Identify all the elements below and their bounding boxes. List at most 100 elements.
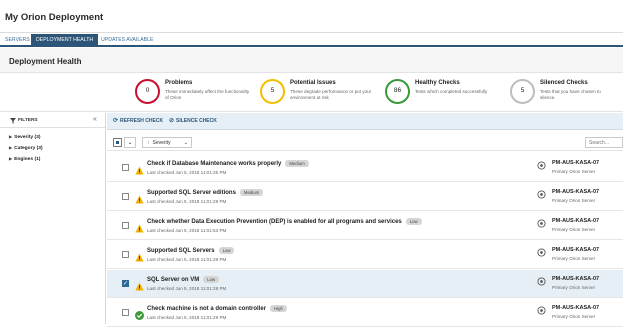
- row-checkbox[interactable]: [122, 222, 129, 229]
- table-row[interactable]: Check machine is not a domain controller…: [107, 299, 623, 327]
- server-name[interactable]: PM-AUS-KASA-07: [552, 247, 599, 253]
- table-row[interactable]: Supported SQL Server editions Medium Last …: [107, 183, 623, 211]
- check-title: Supported SQL Server editions Medium: [147, 189, 264, 197]
- chevron-down-icon[interactable]: ⌄: [124, 137, 136, 148]
- last-checked-text: Last checked Jun 5, 2018 11:01:28 PM: [147, 257, 227, 262]
- last-checked-text: Last checked Jun 5, 2018 11:01:28 PM: [147, 199, 227, 204]
- filter-icon: [10, 118, 16, 126]
- row-checkbox[interactable]: [122, 251, 129, 258]
- tab-servers[interactable]: SERVERS: [0, 34, 35, 47]
- table-row[interactable]: Check whether Data Execution Prevention …: [107, 212, 623, 240]
- potential-issues-count-circle: 5: [260, 79, 285, 104]
- table-row[interactable]: Check if Database Maintenance works prop…: [107, 154, 623, 182]
- last-checked-text: Last checked Jun 5, 2018 11:01:28 PM: [147, 286, 227, 291]
- summary-title: Silenced Checks: [540, 80, 588, 86]
- summary-title: Potential Issues: [290, 80, 336, 86]
- problems-count-circle: 0: [135, 79, 160, 104]
- sort-dropdown[interactable]: ↑ Severity ⌄: [142, 137, 192, 148]
- server-name[interactable]: PM-AUS-KASA-07: [552, 189, 599, 195]
- summary-description: These immediately affect the functionali…: [165, 89, 250, 100]
- section-header: Deployment Health: [0, 48, 623, 73]
- summary-description: Tests which completed successfully: [415, 89, 488, 94]
- summary-description: These degrade performance or put your en…: [290, 89, 372, 100]
- severity-badge: Low: [203, 276, 220, 283]
- tab-bar: SERVERS DEPLOYMENT HEALTH UPDATES AVAILA…: [0, 34, 623, 47]
- list-toolbar: ⌄ ↑ Severity ⌄: [107, 132, 623, 151]
- filter-severity[interactable]: ▶ Severity (3): [9, 134, 40, 140]
- tab-updates-available[interactable]: UPDATES AVAILABLE: [96, 34, 158, 47]
- check-title-text: Supported SQL Server editions: [147, 190, 236, 197]
- double-chevron-left-icon[interactable]: «: [93, 116, 97, 123]
- section-title: Deployment Health: [9, 57, 82, 66]
- sort-arrow-icon: ↑: [147, 140, 150, 146]
- check-title-text: Check machine is not a domain controller: [147, 306, 267, 313]
- row-checkbox[interactable]: [122, 309, 129, 316]
- severity-badge: Medium: [239, 189, 264, 196]
- page-title: My Orion Deployment: [5, 12, 104, 23]
- search-input[interactable]: [585, 137, 623, 148]
- check-title-text: Check whether Data Execution Prevention …: [147, 219, 402, 226]
- check-title: Check whether Data Execution Prevention …: [147, 218, 422, 225]
- severity-badge: High: [270, 305, 287, 312]
- healthy-checks-count-circle: 86: [385, 79, 410, 104]
- server-role: Primary Orion Server: [552, 314, 596, 319]
- severity-badge: Low: [218, 247, 235, 254]
- server-name[interactable]: PM-AUS-KASA-07: [552, 305, 599, 311]
- checks-panel: ⟳ REFRESH CHECK ⊘ SILENCE CHECK ⌄ ↑ Severit…: [107, 113, 623, 327]
- table-row[interactable]: Supported SQL Servers Low Last checked Jun…: [107, 241, 623, 269]
- server-role: Primary Orion Server: [552, 256, 596, 261]
- summary-title: Healthy Checks: [415, 80, 460, 86]
- table-row[interactable]: ✓ SQL Server on VM Low Last checked Jun 5, …: [107, 270, 623, 298]
- app-header: My Orion Deployment: [0, 0, 623, 33]
- summary-description: Tests that you have chosen to silence.: [540, 89, 601, 100]
- severity-badge: Low: [405, 218, 422, 225]
- check-title-text: SQL Server on VM: [147, 277, 200, 284]
- triangle-right-icon: ▶: [9, 156, 13, 161]
- warning-icon: [135, 220, 144, 233]
- action-bar: ⟳ REFRESH CHECK ⊘ SILENCE CHECK: [107, 113, 623, 130]
- refresh-icon: ⟳: [113, 118, 119, 124]
- warning-icon: [135, 278, 144, 291]
- silence-check-button[interactable]: ⊘ SILENCE CHECK: [169, 117, 217, 124]
- warning-icon: [135, 191, 144, 204]
- server-role: Primary Orion Server: [552, 198, 596, 203]
- last-checked-text: Last checked Jun 5, 2018 11:01:29 PM: [147, 315, 227, 320]
- sort-label: Severity: [152, 140, 171, 146]
- server-icon: [537, 277, 546, 288]
- server-name[interactable]: PM-AUS-KASA-07: [552, 218, 599, 224]
- silence-icon: ⊘: [169, 118, 175, 124]
- check-title-text: Check if Database Maintenance works prop…: [147, 161, 282, 168]
- server-icon: [537, 161, 546, 172]
- filter-category[interactable]: ▶ Category (3): [9, 145, 43, 151]
- check-circle-icon: [135, 307, 144, 320]
- server-name[interactable]: PM-AUS-KASA-07: [552, 276, 599, 282]
- check-title-text: Supported SQL Servers: [147, 248, 215, 255]
- check-title: Check machine is not a domain controller…: [147, 305, 287, 312]
- select-all-checkbox[interactable]: [113, 138, 122, 147]
- server-name[interactable]: PM-AUS-KASA-07: [552, 160, 599, 166]
- filter-label: Severity (3): [14, 135, 41, 140]
- health-summary: 0 Problems These immediately affect the …: [0, 74, 623, 112]
- server-icon: [537, 248, 546, 259]
- summary-title: Problems: [165, 80, 193, 86]
- server-icon: [537, 190, 546, 201]
- row-checkbox[interactable]: ✓: [122, 280, 129, 287]
- filter-label: Category (3): [14, 146, 43, 151]
- row-checkbox[interactable]: [122, 164, 129, 171]
- check-title: Supported SQL Servers Low: [147, 247, 235, 255]
- server-role: Primary Orion Server: [552, 169, 596, 174]
- server-role: Primary Orion Server: [552, 227, 596, 232]
- check-title: SQL Server on VM Low: [147, 276, 220, 284]
- filter-engines[interactable]: ▶ Engines (1): [9, 156, 40, 162]
- last-checked-text: Last checked Jun 5, 2018 11:01:53 PM: [147, 228, 227, 233]
- filters-panel: FILTERS « ▶ Severity (3) ▶ Category (3) ▶ E…: [0, 113, 106, 324]
- severity-badge: Medium: [285, 160, 309, 167]
- refresh-check-button[interactable]: ⟳ REFRESH CHECK: [113, 117, 163, 124]
- filters-header: FILTERS «: [0, 113, 105, 128]
- server-role: Primary Orion Server: [552, 285, 596, 290]
- triangle-right-icon: ▶: [9, 134, 13, 139]
- tab-deployment-health[interactable]: DEPLOYMENT HEALTH: [31, 34, 99, 47]
- server-icon: [537, 306, 546, 317]
- filter-label: Engines (1): [14, 157, 41, 162]
- row-checkbox[interactable]: [122, 193, 129, 200]
